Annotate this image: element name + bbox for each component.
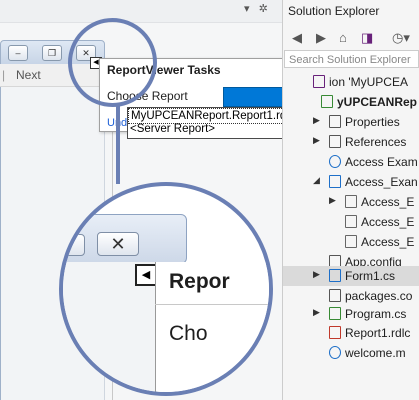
tree-item[interactable]: Access_E bbox=[283, 232, 419, 252]
tree-item[interactable]: ▶ Access_E bbox=[283, 192, 419, 212]
minimize-button[interactable]: – bbox=[8, 45, 28, 61]
gear-icon[interactable]: ✲ bbox=[259, 2, 268, 15]
tree-item-label: Access_E bbox=[361, 215, 415, 229]
tree-item-label: Program.cs bbox=[345, 307, 407, 321]
packages-icon bbox=[329, 289, 341, 302]
tree-item[interactable]: ◢ Access_Exan bbox=[283, 172, 419, 192]
zoomed-callout: ✕ ◀ Repor Cho bbox=[59, 182, 273, 396]
report-icon bbox=[329, 326, 341, 339]
expanded-arrow-icon[interactable]: ◢ bbox=[313, 175, 320, 186]
database-icon bbox=[329, 155, 341, 168]
zoomed-tasks-title: Repor bbox=[169, 270, 230, 293]
expand-arrow-icon[interactable]: ▶ bbox=[329, 195, 336, 206]
tree-item-label: welcome.m bbox=[345, 346, 406, 360]
maximize-button[interactable]: ❐ bbox=[42, 45, 62, 61]
history-icon[interactable]: ◷▾ bbox=[392, 30, 410, 46]
designer-tab-actions: ▾ ✲ bbox=[238, 2, 268, 15]
expand-arrow-icon[interactable]: ▶ bbox=[313, 269, 320, 280]
home-icon[interactable]: ⌂ bbox=[339, 30, 347, 45]
form-icon bbox=[329, 269, 341, 282]
close-icon: ✕ bbox=[110, 234, 126, 254]
tree-item[interactable]: ion 'MyUPCEA bbox=[283, 72, 419, 92]
tree-item-label: References bbox=[345, 135, 407, 149]
tree-item-label: Access Exam bbox=[345, 155, 418, 169]
zoomed-divider bbox=[155, 304, 269, 305]
tree-item[interactable]: welcome.m bbox=[283, 343, 419, 363]
wrench-icon bbox=[329, 115, 341, 128]
tree-item-label: packages.co bbox=[345, 289, 413, 303]
tree-item[interactable]: Report1.rdlc bbox=[283, 323, 419, 343]
minimize-icon: – bbox=[15, 48, 21, 58]
expand-arrow-icon[interactable]: ▶ bbox=[313, 115, 320, 126]
toolbar-separator: | bbox=[2, 68, 6, 82]
solution-icon bbox=[313, 75, 325, 88]
file-icon bbox=[345, 195, 357, 208]
tree-item-label: Access_Exan bbox=[345, 175, 418, 189]
tree-item-label: Access_E bbox=[361, 235, 415, 249]
tree-item[interactable]: ▶ Program.cs bbox=[283, 304, 419, 324]
undock-link[interactable]: Und bbox=[107, 117, 127, 129]
next-button[interactable]: Next bbox=[16, 68, 41, 82]
tree-item-label: Access_E bbox=[361, 195, 415, 209]
back-icon[interactable]: ◀ bbox=[292, 30, 302, 46]
tree-item-label: Form1.cs bbox=[345, 269, 396, 283]
csharp-project-icon bbox=[321, 95, 333, 108]
forward-icon[interactable]: ▶ bbox=[316, 30, 326, 46]
zoomed-maximize-button bbox=[63, 234, 85, 256]
solution-search-input[interactable]: Search Solution Explorer bbox=[284, 50, 419, 68]
tree-item[interactable]: Access_E bbox=[283, 212, 419, 232]
tree-item[interactable]: Access Exam bbox=[283, 152, 419, 172]
report-option[interactable]: <Server Report> bbox=[130, 122, 215, 136]
csharp-file-icon bbox=[329, 307, 341, 320]
tree-item[interactable]: yUPCEANRep bbox=[283, 92, 419, 112]
dataset-icon bbox=[329, 175, 341, 188]
tree-item-label: Report1.rdlc bbox=[345, 326, 411, 340]
zoomed-close-button: ✕ bbox=[97, 232, 139, 256]
tree-item-label: Properties bbox=[345, 115, 400, 129]
references-icon bbox=[329, 135, 341, 148]
tree-item[interactable]: ▶ References bbox=[283, 132, 419, 152]
zoomed-choose-label: Cho bbox=[169, 322, 208, 345]
expand-arrow-icon[interactable]: ▶ bbox=[313, 135, 320, 146]
smart-tag-icon: ◀ bbox=[135, 264, 157, 286]
tree-item[interactable]: packages.co bbox=[283, 286, 419, 306]
globe-icon bbox=[329, 346, 341, 359]
callout-ring bbox=[68, 18, 157, 107]
tree-item-label: ion 'MyUPCEA bbox=[329, 75, 408, 89]
tree-item[interactable]: ▶ Properties bbox=[283, 112, 419, 132]
file-icon bbox=[345, 235, 357, 248]
file-icon bbox=[345, 215, 357, 228]
expand-arrow-icon[interactable]: ▶ bbox=[313, 307, 320, 318]
tree-item[interactable]: ▶ Form1.cs bbox=[283, 266, 419, 286]
maximize-icon: ❐ bbox=[47, 48, 57, 58]
visual-studio-icon[interactable]: ◨ bbox=[361, 30, 373, 46]
tree-item-label: yUPCEANRep bbox=[337, 95, 418, 109]
solution-explorer-title: Solution Explorer bbox=[288, 4, 380, 18]
dropdown-icon[interactable]: ▾ bbox=[244, 2, 250, 15]
